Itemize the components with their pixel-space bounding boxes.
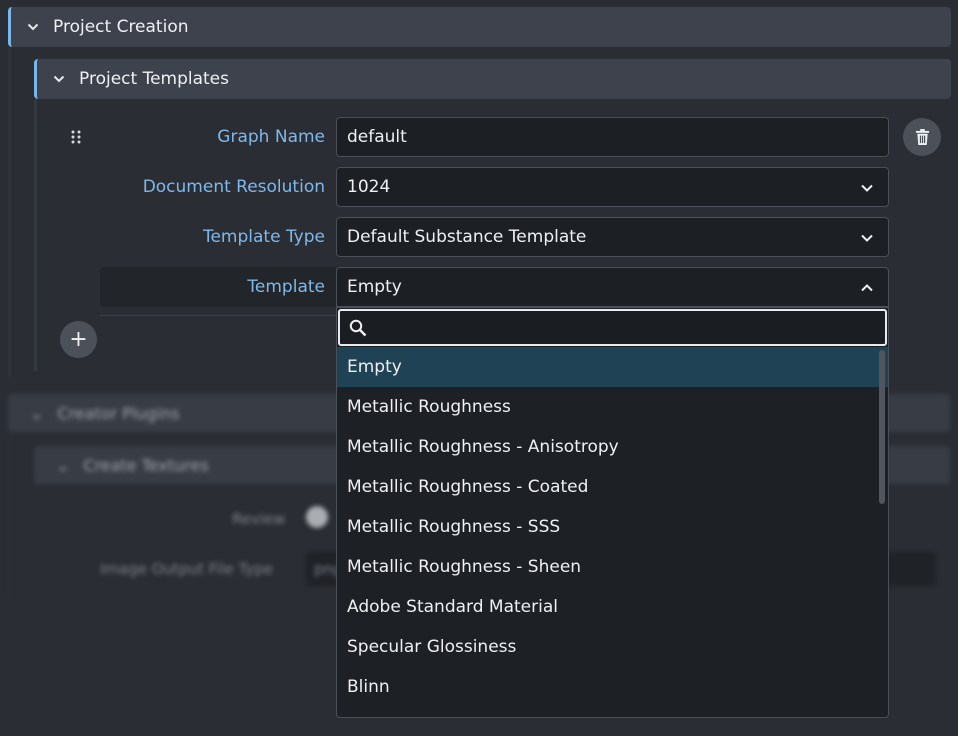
image-output-label: Image Output File Type [100, 560, 273, 578]
dropdown-option[interactable]: Metallic Roughness [337, 387, 888, 427]
template-type-value: Default Substance Template [347, 227, 587, 247]
template-dropdown[interactable]: Empty Metallic Roughness Metallic Roughn… [336, 307, 889, 718]
blurred-panel [8, 432, 11, 602]
section-title: Create Textures [83, 455, 209, 475]
document-resolution-label: Document Resolution [142, 177, 325, 197]
section-title: Creator Plugins [57, 403, 180, 423]
project-creation-panel [8, 47, 11, 377]
add-template-button[interactable]: + [60, 321, 97, 358]
dropdown-option[interactable]: Metallic Roughness - Sheen [337, 547, 888, 587]
chevron-up-icon [861, 284, 873, 292]
dropdown-options: Empty Metallic Roughness Metallic Roughn… [337, 347, 888, 717]
chevron-down-icon [53, 73, 65, 85]
chevron-down-icon [27, 21, 39, 33]
search-input[interactable] [375, 318, 855, 337]
template-select[interactable]: Empty [336, 267, 889, 307]
delete-button[interactable] [903, 118, 941, 156]
dropdown-scrollbar[interactable] [879, 350, 885, 504]
chevron-down-icon: ⌄ [30, 403, 44, 423]
dropdown-option[interactable]: Metallic Roughness - SSS [337, 507, 888, 547]
trash-icon [915, 128, 929, 145]
template-label: Template [247, 277, 325, 297]
dropdown-option[interactable]: Metallic Roughness - Anisotropy [337, 427, 888, 467]
review-label: Review [232, 510, 286, 528]
section-title: Project Creation [53, 17, 189, 37]
plus-icon: + [69, 327, 88, 352]
dropdown-search[interactable] [338, 309, 887, 346]
project-templates-panel [34, 99, 37, 371]
dropdown-option[interactable]: Blinn [337, 667, 888, 707]
graph-name-field[interactable]: default [336, 117, 889, 157]
section-project-templates[interactable]: Project Templates [34, 59, 951, 99]
dropdown-option[interactable]: Specular Glossiness [337, 627, 888, 667]
search-icon [349, 319, 367, 336]
document-resolution-select[interactable]: 1024 [336, 167, 889, 207]
graph-name-value: default [347, 127, 407, 147]
chevron-down-icon [861, 234, 873, 242]
row-divider [100, 315, 340, 316]
drag-handle-icon[interactable] [70, 129, 82, 145]
chevron-down-icon: ⌄ [56, 455, 70, 475]
document-resolution-value: 1024 [347, 177, 391, 197]
dropdown-option[interactable]: Metallic Roughness - Coated [337, 467, 888, 507]
dropdown-option[interactable]: Sun Preset Metallic Rough [337, 707, 888, 717]
review-toggle [306, 506, 328, 528]
dropdown-option[interactable]: Adobe Standard Material [337, 587, 888, 627]
template-type-select[interactable]: Default Substance Template [336, 217, 889, 257]
template-value: Empty [347, 277, 402, 297]
section-title: Project Templates [79, 69, 229, 89]
section-project-creation[interactable]: Project Creation [8, 7, 951, 47]
dropdown-option[interactable]: Empty [337, 347, 888, 387]
template-type-label: Template Type [202, 227, 325, 247]
chevron-down-icon [861, 184, 873, 192]
graph-name-label: Graph Name [217, 127, 325, 147]
